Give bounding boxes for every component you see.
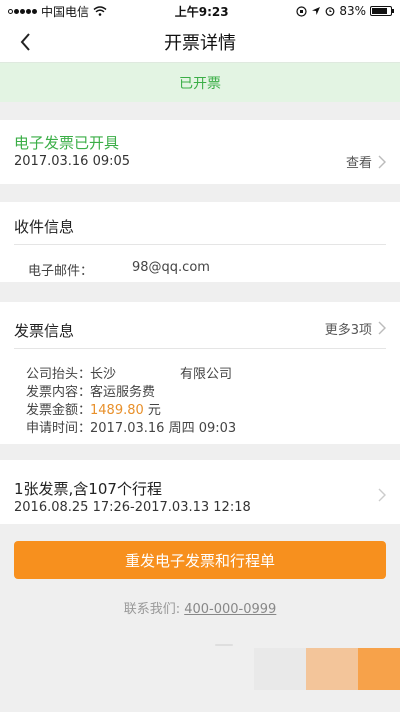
watermark-block [358,648,400,690]
watermark-block [306,648,358,690]
wifi-icon [93,6,107,16]
amount-label: 发票金额： [26,403,92,418]
rotation-lock-icon [296,5,307,17]
signal-strength-icon [8,8,37,14]
battery-percent: 83% [339,4,366,18]
invoice-issued-datetime: 2017.03.16 09:05 [14,154,131,169]
apply-time-label: 申请时间： [26,421,92,436]
divider [14,244,386,245]
amount-value: 1489.80 [90,403,144,418]
company-prefix: 长沙 [90,367,117,382]
resend-invoice-button[interactable]: 重发电子发票和行程单 [14,541,386,579]
company-label: 公司抬头： [26,367,92,382]
amount-row: 1489.80 元 [90,399,161,418]
alarm-icon [325,7,335,16]
email-value: 98@qq.com [132,260,210,275]
navigation-bar: 开票详情 [0,22,400,62]
invoice-info-title: 发票信息 [14,322,75,340]
amount-unit: 元 [147,403,161,418]
back-arrow-icon[interactable] [16,30,36,54]
carrier-name: 中国电信 [41,4,90,19]
company-suffix: 有限公司 [180,367,233,382]
invoice-status-banner: 已开票 [0,62,400,102]
content-label: 发票内容： [26,385,92,400]
clock: 上午9:23 [174,4,229,19]
contact-label: 联系我们: [123,602,181,617]
email-label: 电子邮件： [28,264,94,279]
resend-invoice-label: 重发电子发票和行程单 [124,551,275,570]
trips-card[interactable]: 1张发票,含107个行程 2016.08.25 17:26-2017.03.13… [0,460,400,524]
location-icon [312,7,321,15]
more-items-link[interactable]: 更多3项 [325,319,372,338]
divider [14,348,386,349]
trips-title: 1张发票,含107个行程 [14,480,162,498]
page-indicator [215,644,233,646]
content-value: 客运服务费 [90,385,156,400]
status-text: 已开票 [179,75,221,92]
chevron-right-icon [378,321,386,335]
battery-icon [369,6,394,16]
view-link[interactable]: 查看 [346,152,372,171]
status-bar: 中国电信 上午9:23 83% [0,0,400,22]
chevron-right-icon [378,488,386,502]
trips-date-range: 2016.08.25 17:26-2017.03.13 12:18 [14,500,251,515]
chevron-right-icon [378,155,386,169]
contact-us: 联系我们: 400-000-0999 [0,598,400,617]
invoice-issued-title: 电子发票已开具 [14,134,120,152]
invoice-issued-card[interactable]: 电子发票已开具 2017.03.16 09:05 查看 [0,120,400,184]
apply-time-value: 2017.03.16 周四 09:03 [90,421,237,436]
page-title: 开票详情 [164,33,236,54]
recipient-info-card: 收件信息 电子邮件： 98@qq.com [0,202,400,282]
watermark-block [254,648,306,690]
invoice-info-card: 发票信息 更多3项 公司抬头： 长沙 有限公司 发票内容： 客运服务费 发票金额… [0,302,400,444]
recipient-info-title: 收件信息 [14,218,75,236]
contact-phone-link[interactable]: 400-000-0999 [184,602,276,617]
